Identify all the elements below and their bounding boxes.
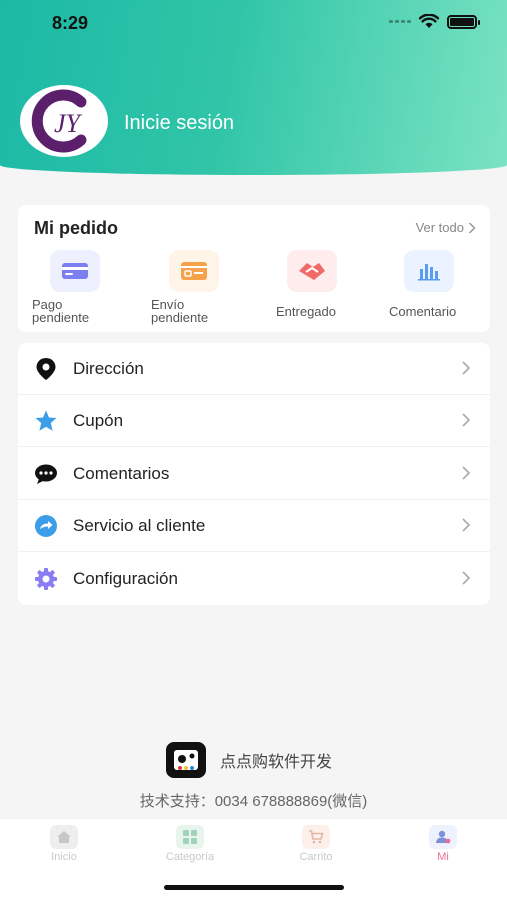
tab-label: Carrito	[299, 851, 333, 863]
home-indicator	[164, 885, 344, 890]
menu-label: Configuración	[73, 569, 178, 588]
login-link[interactable]: Inicie sesión	[124, 112, 234, 135]
menu-label: Cupón	[73, 411, 124, 430]
location-pin-icon	[34, 357, 58, 381]
profile-header: 8:29 JY Inicie sesión	[0, 0, 507, 175]
orders-title: Mi pedido	[34, 218, 118, 238]
chevron-right-icon	[462, 413, 471, 427]
menu-item-customer-service[interactable]: Servicio al cliente	[18, 500, 490, 552]
gear-icon	[34, 567, 58, 591]
order-status-pending-shipping[interactable]: Envío pendiente	[151, 250, 261, 330]
share-arrow-icon	[34, 514, 58, 538]
view-all-orders-link[interactable]: Ver todo	[416, 220, 476, 235]
chevron-right-icon	[468, 221, 476, 234]
jy-logo-icon: JY	[31, 89, 87, 153]
divider	[18, 551, 490, 552]
order-status-delivered[interactable]: Entregado	[268, 250, 378, 330]
order-label-line1: Entregado	[276, 304, 336, 319]
order-label-line1: Comentario	[389, 304, 457, 319]
my-orders-card: Mi pedido Ver todo Pago pendiente Envío …	[18, 205, 490, 332]
menu-item-comments[interactable]: Comentarios	[18, 448, 490, 500]
menu-item-address[interactable]: Dirección	[18, 343, 490, 395]
brand-logo-icon	[166, 742, 206, 778]
signal-icon	[389, 20, 411, 23]
divider	[18, 446, 490, 447]
order-status-pending-payment[interactable]: Pago pendiente	[32, 250, 142, 330]
developer-brand: 点点购软件开发	[166, 742, 332, 778]
card-icon	[50, 250, 100, 292]
handshake-icon	[287, 250, 337, 292]
tab-label: Categoría	[165, 851, 215, 863]
shipping-icon	[169, 250, 219, 292]
menu-item-coupon[interactable]: Cupón	[18, 395, 490, 447]
bar-chart-icon	[404, 250, 454, 292]
user-icon	[429, 825, 457, 849]
avatar[interactable]: JY	[20, 85, 108, 157]
tab-category[interactable]: Categoría	[145, 825, 235, 867]
tech-support-text: 技术支持：0034 678888869(微信)	[139, 793, 368, 810]
chevron-right-icon	[462, 518, 471, 532]
settings-menu: Dirección Cupón Comentarios Servicio al …	[18, 343, 490, 605]
logo-text: JY	[54, 109, 83, 138]
chevron-right-icon	[462, 466, 471, 480]
order-label-line2: pendiente	[32, 310, 90, 325]
tab-home[interactable]: Inicio	[19, 825, 109, 867]
tab-label: Mi	[437, 851, 449, 863]
cart-icon	[302, 825, 330, 849]
menu-label: Comentarios	[73, 464, 170, 483]
brand-name: 点点购软件开发	[220, 754, 333, 771]
order-status-comment[interactable]: Comentario	[386, 250, 496, 330]
menu-label: Servicio al cliente	[73, 516, 206, 535]
chevron-right-icon	[462, 361, 471, 375]
chat-bubble-icon	[34, 462, 58, 486]
tab-me[interactable]: Mi	[398, 825, 488, 867]
status-icons	[389, 14, 480, 29]
menu-item-settings[interactable]: Configuración	[18, 553, 490, 605]
view-all-label: Ver todo	[415, 220, 464, 235]
status-time: 8:29	[52, 13, 89, 33]
star-icon	[34, 409, 58, 433]
chevron-right-icon	[462, 571, 471, 585]
order-label-line2: pendiente	[151, 310, 209, 325]
menu-label: Dirección	[73, 359, 144, 378]
battery-icon	[447, 14, 480, 29]
tab-cart[interactable]: Carrito	[271, 825, 361, 867]
home-icon	[50, 825, 78, 849]
grid-icon	[176, 825, 204, 849]
tab-label: Inicio	[51, 851, 77, 863]
wifi-icon	[419, 14, 439, 28]
